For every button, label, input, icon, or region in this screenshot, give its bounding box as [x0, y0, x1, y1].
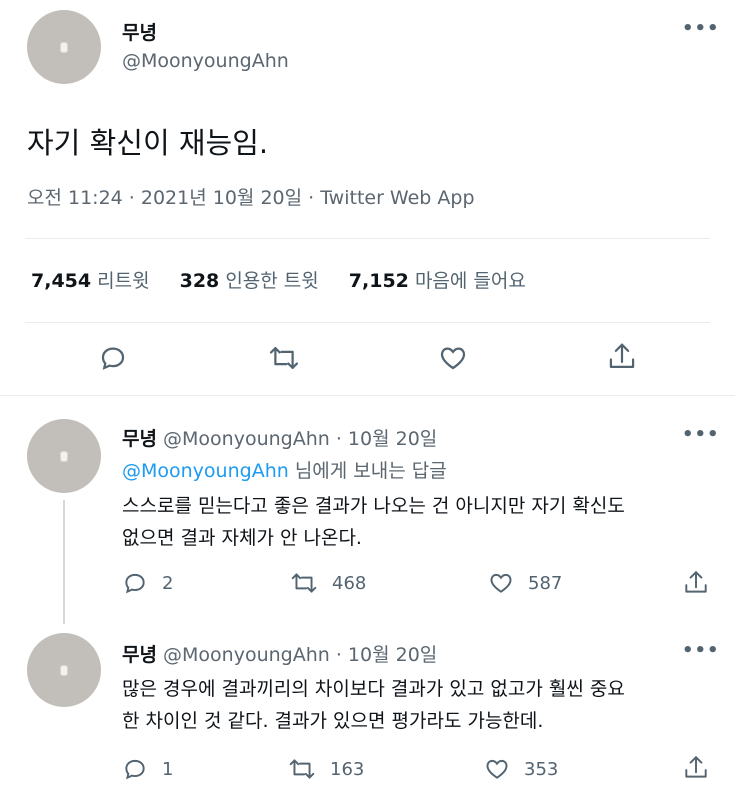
share-icon[interactable]: [607, 341, 637, 373]
likes-stat[interactable]: 7,152 마음에 들어요: [349, 266, 526, 293]
quotes-label: 인용한 트윗: [225, 270, 319, 292]
reply-header: 무녕 @MoonyoungAhn · 10월 20일: [122, 424, 437, 451]
author-meta[interactable]: @MoonyoungAhn · 10월 20일: [163, 644, 437, 666]
share-icon[interactable]: [683, 569, 709, 597]
avatar[interactable]: [27, 633, 101, 707]
quotes-count: 328: [179, 270, 220, 292]
retweets-label: 리트윗: [97, 270, 150, 292]
author-meta[interactable]: @MoonyoungAhn · 10월 20일: [163, 428, 437, 450]
retweet-icon[interactable]: [268, 343, 300, 373]
reply-icon[interactable]: [98, 343, 128, 373]
reply-button[interactable]: 2: [122, 570, 173, 596]
reply-text-line: 많은 경우에 결과끼리의 차이보다 결과가 있고 없고가 훨씬 중요: [122, 678, 625, 700]
reply-text: 많은 경우에 결과끼리의 차이보다 결과가 있고 없고가 훨씬 중요 한 차이인…: [122, 673, 625, 737]
quotes-stat[interactable]: 328 인용한 트윗: [180, 266, 319, 293]
author-name[interactable]: 무녕: [122, 644, 157, 666]
like-count: 353: [524, 758, 559, 780]
tweet-timestamp[interactable]: 오전 11:24 · 2021년 10월 20일 · Twitter Web A…: [27, 183, 475, 210]
avatar[interactable]: [27, 10, 101, 84]
divider: [25, 238, 710, 239]
more-icon[interactable]: •••: [682, 18, 720, 39]
avatar[interactable]: [27, 419, 101, 493]
tweet-stats: 7,454 리트윗 328 인용한 트윗 7,152 마음에 들어요: [31, 266, 526, 293]
divider: [0, 395, 735, 396]
like-count: 587: [528, 572, 563, 594]
reply-text-line: 한 차이인 것 같다. 결과가 있으면 평가라도 가능한데.: [122, 710, 544, 732]
retweets-stat[interactable]: 7,454 리트윗: [31, 266, 150, 293]
share-icon[interactable]: [683, 754, 709, 782]
author-name[interactable]: 무녕: [122, 428, 157, 450]
like-button[interactable]: 587: [488, 570, 562, 596]
replying-to: @MoonyoungAhn 님에게 보내는 답글: [122, 456, 447, 483]
reply-count: 2: [162, 572, 174, 594]
retweet-count: 163: [330, 758, 365, 780]
likes-count: 7,152: [348, 270, 409, 292]
heart-icon: [490, 573, 512, 593]
reply-text-line: 없으면 결과 자체가 안 나온다.: [122, 527, 362, 549]
heart-icon[interactable]: [438, 343, 468, 373]
reply-icon: [125, 759, 145, 780]
like-button[interactable]: 353: [484, 756, 558, 782]
reply-icon: [125, 573, 145, 594]
retweet-button[interactable]: 163: [288, 756, 364, 782]
reply-text: 스스로를 믿는다고 좋은 결과가 나오는 건 아니지만 자기 확신도 없으면 결…: [122, 490, 625, 554]
retweets-count: 7,454: [31, 270, 92, 292]
tweet-text: 자기 확신이 재능임.: [27, 126, 269, 160]
reply-count: 1: [162, 758, 174, 780]
reply-to-handle-link[interactable]: @MoonyoungAhn: [122, 460, 289, 482]
divider: [25, 322, 710, 323]
more-icon[interactable]: •••: [682, 640, 720, 661]
retweet-count: 468: [332, 572, 367, 594]
retweet-icon: [291, 573, 317, 593]
heart-icon: [486, 759, 508, 779]
more-icon[interactable]: •••: [682, 424, 720, 445]
reply-to-suffix: 님에게 보내는 답글: [288, 460, 447, 482]
likes-label: 마음에 들어요: [414, 270, 526, 292]
reply-text-line: 스스로를 믿는다고 좋은 결과가 나오는 건 아니지만 자기 확신도: [122, 495, 625, 517]
author-handle[interactable]: @MoonyoungAhn: [122, 50, 289, 72]
reply-button[interactable]: 1: [122, 756, 173, 782]
author-name[interactable]: 무녕: [122, 18, 157, 45]
retweet-icon: [289, 759, 315, 779]
retweet-button[interactable]: 468: [290, 570, 366, 596]
reply-header: 무녕 @MoonyoungAhn · 10월 20일: [122, 640, 437, 667]
thread-line: [63, 500, 65, 624]
